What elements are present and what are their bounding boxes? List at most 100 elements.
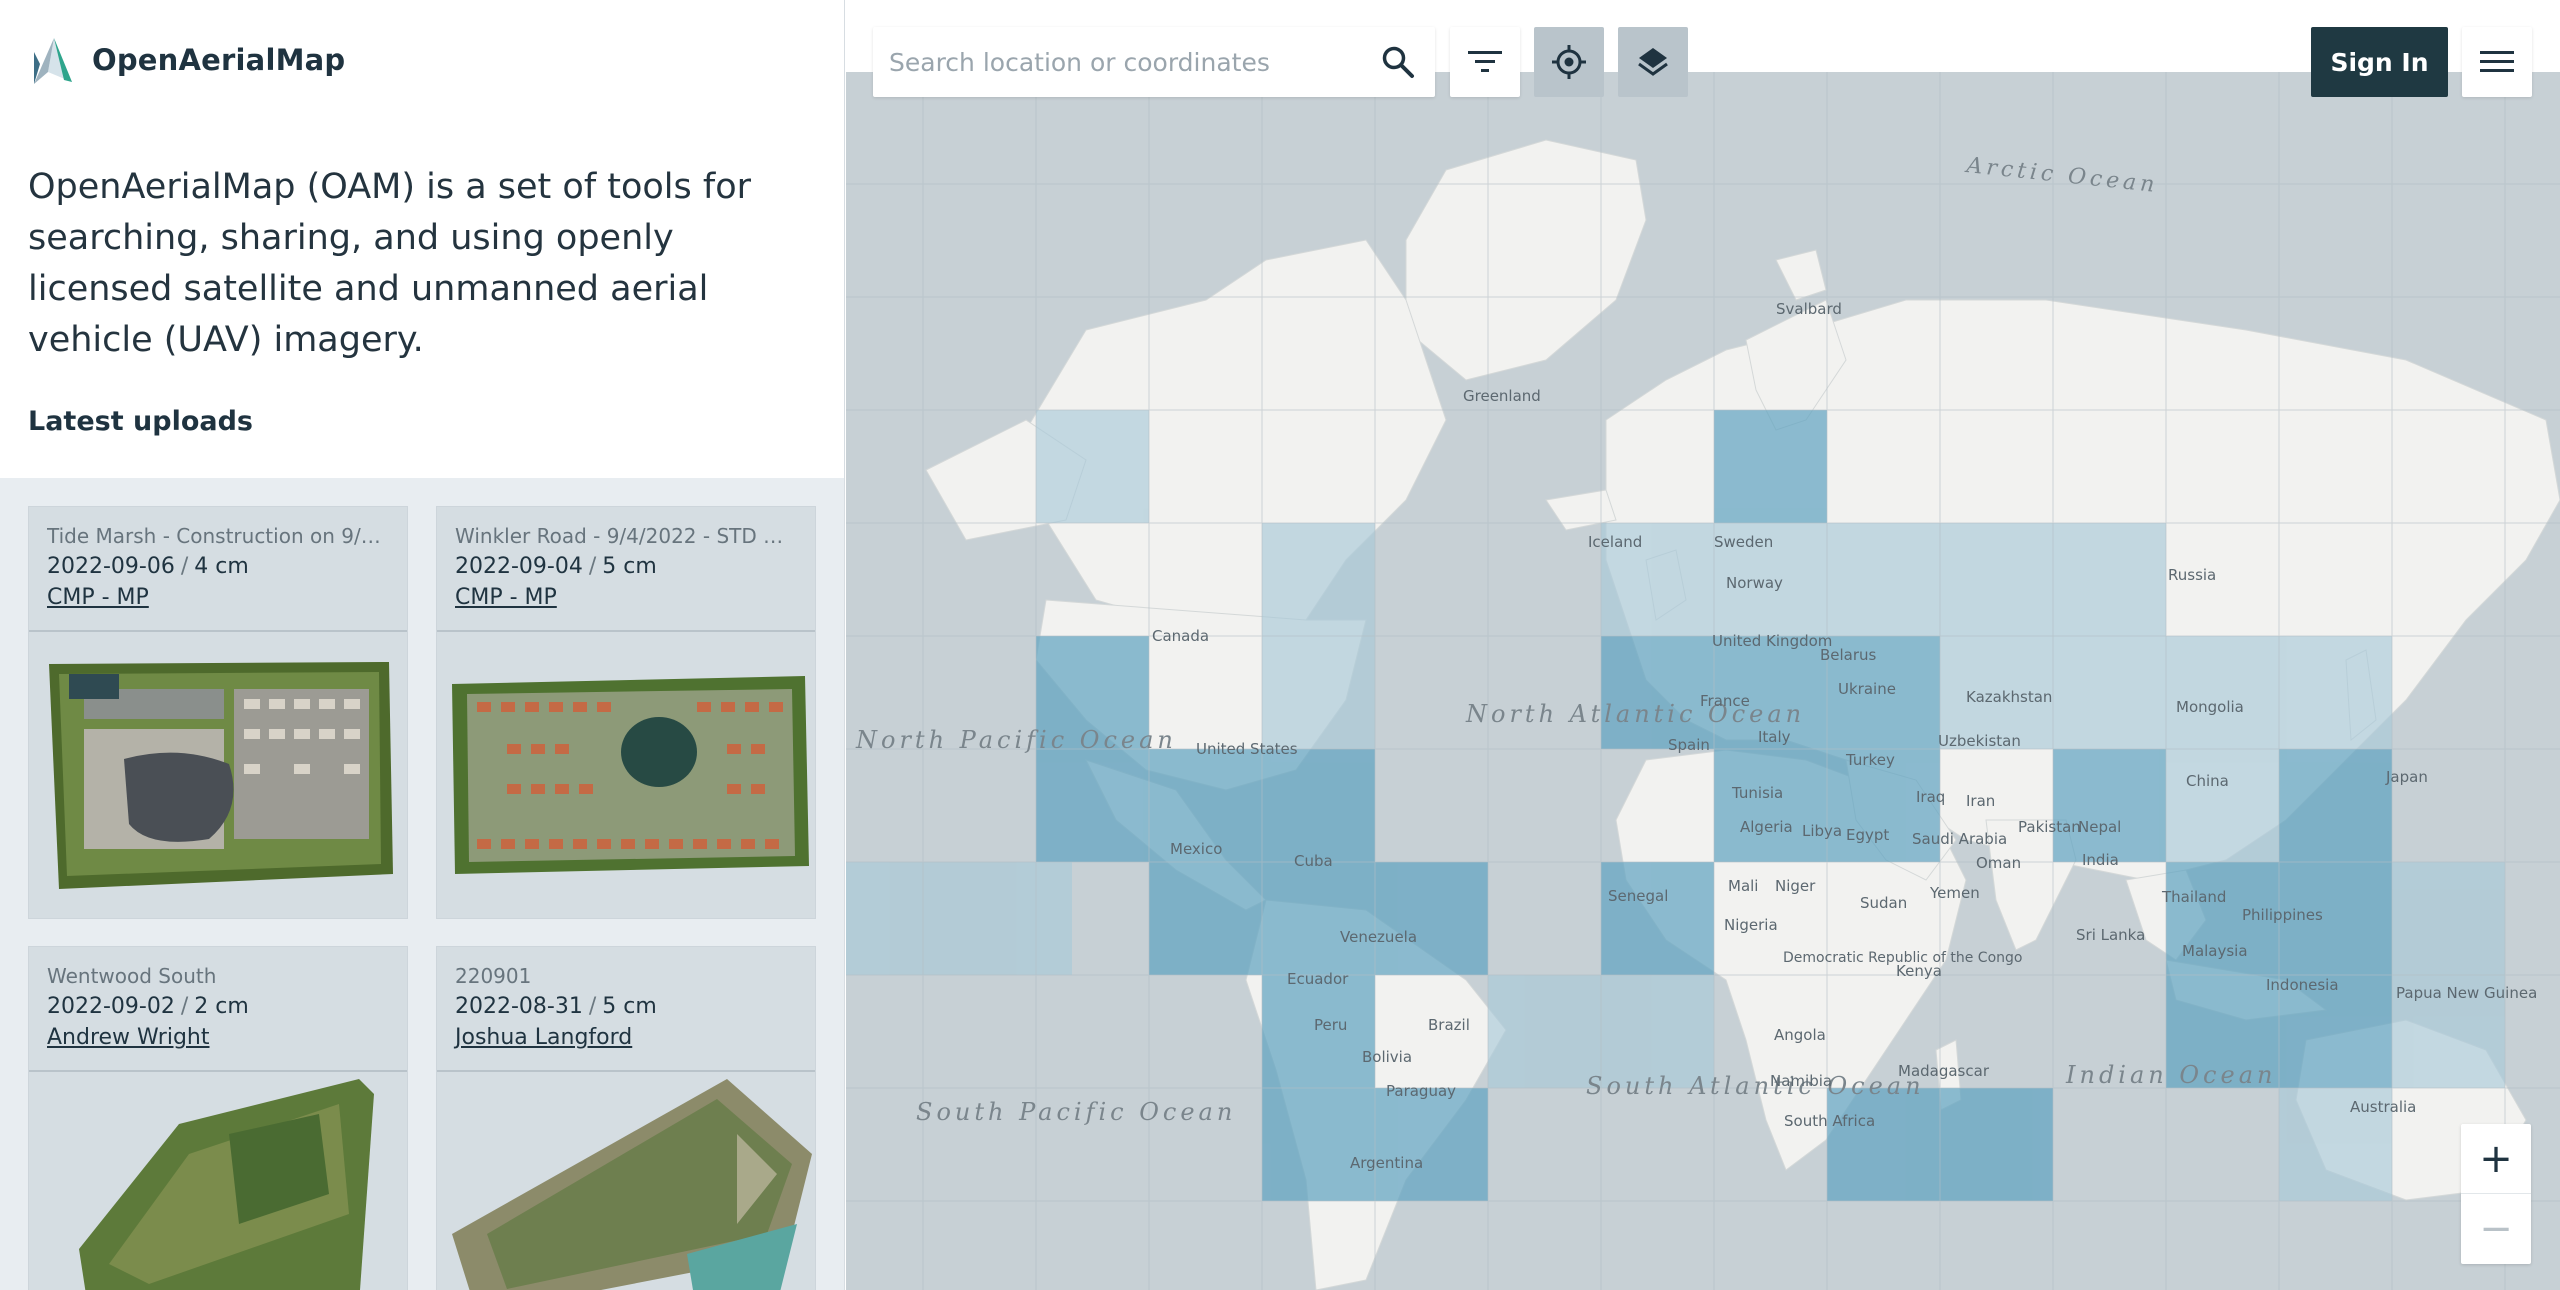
place-label: Norway xyxy=(1726,574,1783,592)
place-label: Sudan xyxy=(1860,894,1907,912)
card-date: 2022-09-06 xyxy=(47,554,175,579)
place-label: Sweden xyxy=(1714,533,1773,551)
imagery-thumbnail xyxy=(79,1079,374,1290)
zoom-out-button[interactable]: − xyxy=(2461,1194,2531,1264)
place-label: Oman xyxy=(1976,854,2021,872)
card-owner-link[interactable]: Andrew Wright xyxy=(47,1022,210,1053)
search-icon[interactable] xyxy=(1375,39,1421,85)
ocean-label: Arctic Ocean xyxy=(1963,153,2159,198)
place-label: Bolivia xyxy=(1362,1048,1412,1066)
place-label: Libya xyxy=(1802,822,1842,840)
latest-uploads-heading: Latest uploads xyxy=(28,406,253,437)
ocean-label: North Atlantic Ocean xyxy=(1465,700,1805,728)
menu-button[interactable] xyxy=(2462,27,2532,97)
card-header: 220901 2022-08-31/5 cm Joshua Langford xyxy=(437,947,815,1072)
meta-separator: / xyxy=(180,994,189,1019)
card-date: 2022-08-31 xyxy=(455,994,583,1019)
hamburger-menu-icon xyxy=(2480,51,2514,72)
card-title: 220901 xyxy=(455,964,532,988)
place-label: France xyxy=(1700,692,1750,710)
place-label: Pakistan xyxy=(2018,818,2081,836)
filter-button[interactable] xyxy=(1450,27,1520,97)
place-label: Yemen xyxy=(1929,884,1980,902)
sidebar: OpenAerialMap OpenAerialMap (OAM) is a s… xyxy=(0,0,845,1290)
place-label: Nigeria xyxy=(1724,916,1778,934)
place-label: Saudi Arabia xyxy=(1912,830,2007,848)
world-map[interactable]: Arctic Ocean North Pacific Ocean North A… xyxy=(846,0,2560,1290)
zoom-in-button[interactable]: + xyxy=(2461,1124,2531,1194)
card-resolution: 4 cm xyxy=(194,554,249,579)
meta-separator: / xyxy=(180,554,189,579)
sign-in-button[interactable]: Sign In xyxy=(2311,27,2448,97)
place-label: United States xyxy=(1196,740,1298,758)
ocean-label: Indian Ocean xyxy=(2065,1061,2276,1089)
crosshair-icon xyxy=(1552,45,1586,79)
place-label: Nepal xyxy=(2078,818,2121,836)
card-resolution: 2 cm xyxy=(194,994,249,1019)
intro-text: OpenAerialMap (OAM) is a set of tools fo… xyxy=(28,167,752,360)
card-meta: 2022-09-02/2 cm xyxy=(47,991,389,1022)
openaerialmap-logo-icon xyxy=(34,38,72,84)
place-label: Papua New Guinea xyxy=(2396,984,2537,1002)
upload-card[interactable]: Winkler Road - 9/4/2022 - STD REZ 2022-0… xyxy=(436,506,816,919)
place-label: Mali xyxy=(1728,877,1758,895)
card-owner-link[interactable]: Joshua Langford xyxy=(455,1022,632,1053)
card-owner-link[interactable]: CMP - MP xyxy=(47,582,149,613)
place-label: Canada xyxy=(1152,627,1209,645)
upload-card[interactable]: 220901 2022-08-31/5 cm Joshua Langford xyxy=(436,946,816,1290)
card-title: Wentwood South xyxy=(47,964,217,988)
place-label: Cuba xyxy=(1294,852,1333,870)
place-label: Uzbekistan xyxy=(1938,732,2021,750)
place-label: Algeria xyxy=(1740,818,1793,836)
place-label: Belarus xyxy=(1820,646,1877,664)
search-input[interactable] xyxy=(889,29,1359,95)
place-label: Russia xyxy=(2168,566,2216,584)
place-label: Paraguay xyxy=(1386,1082,1456,1100)
card-owner-link[interactable]: CMP - MP xyxy=(455,582,557,613)
place-label: Venezuela xyxy=(1340,928,1417,946)
imagery-thumbnail xyxy=(452,1079,812,1290)
upload-card[interactable]: Wentwood South 2022-09-02/2 cm Andrew Wr… xyxy=(28,946,408,1290)
place-label: Ukraine xyxy=(1838,680,1896,698)
filter-icon xyxy=(1468,51,1502,72)
place-label: Kenya xyxy=(1896,962,1942,980)
card-date: 2022-09-04 xyxy=(455,554,583,579)
place-label: Kazakhstan xyxy=(1966,688,2052,706)
card-date: 2022-09-02 xyxy=(47,994,175,1019)
place-label: Iran xyxy=(1966,792,1995,810)
card-meta: 2022-09-06/4 cm xyxy=(47,551,389,582)
place-label: Iceland xyxy=(1588,533,1642,551)
layers-icon xyxy=(1638,48,1668,76)
brand-name: OpenAerialMap xyxy=(92,43,346,77)
upload-card[interactable]: Tide Marsh - Construction on 9/6/2022 20… xyxy=(28,506,408,919)
card-resolution: 5 cm xyxy=(602,994,657,1019)
place-label: Iraq xyxy=(1916,788,1945,806)
place-label: Ecuador xyxy=(1287,970,1349,988)
ocean-label: South Atlantic Ocean xyxy=(1586,1072,1925,1100)
place-label: Egypt xyxy=(1846,826,1889,844)
place-label: Greenland xyxy=(1463,387,1541,405)
zoom-control: + − xyxy=(2461,1124,2531,1264)
locate-button[interactable] xyxy=(1534,27,1604,97)
place-label: Brazil xyxy=(1428,1016,1470,1034)
place-label: Malaysia xyxy=(2182,942,2248,960)
place-label: United Kingdom xyxy=(1712,632,1832,650)
imagery-thumbnail xyxy=(452,676,809,874)
card-resolution: 5 cm xyxy=(602,554,657,579)
place-label: Argentina xyxy=(1350,1154,1423,1172)
place-label: Namibia xyxy=(1770,1072,1832,1090)
place-label: Senegal xyxy=(1608,887,1668,905)
place-label: India xyxy=(2082,851,2119,869)
place-label: Sri Lanka xyxy=(2076,926,2145,944)
place-label: Mexico xyxy=(1170,840,1222,858)
layers-button[interactable] xyxy=(1618,27,1688,97)
place-label: Madagascar xyxy=(1898,1062,1990,1080)
card-title: Winkler Road - 9/4/2022 - STD REZ xyxy=(455,524,797,548)
place-label: Mongolia xyxy=(2176,698,2244,716)
place-label: Tunisia xyxy=(1731,784,1783,802)
card-header: Wentwood South 2022-09-02/2 cm Andrew Wr… xyxy=(29,947,407,1072)
card-meta: 2022-08-31/5 cm xyxy=(455,991,797,1022)
card-header: Tide Marsh - Construction on 9/6/2022 20… xyxy=(29,507,407,632)
place-label: Niger xyxy=(1775,877,1816,895)
brand[interactable]: OpenAerialMap xyxy=(28,30,345,90)
